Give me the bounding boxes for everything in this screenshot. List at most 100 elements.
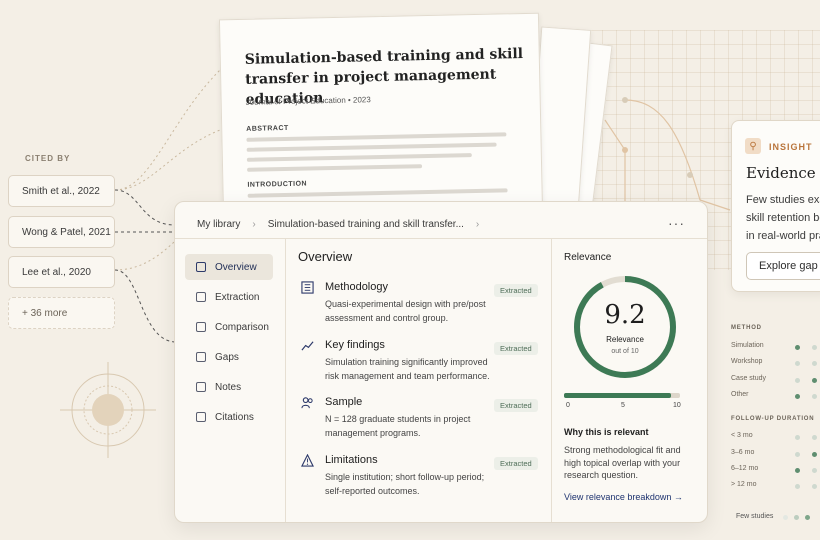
method-header: METHOD (731, 325, 762, 331)
evidence-dot (812, 452, 817, 457)
scale-tick: 10 (673, 402, 681, 409)
evidence-dot (812, 394, 817, 399)
warning-icon (301, 454, 314, 467)
evidence-dot (812, 468, 817, 473)
extracted-badge: Extracted (494, 284, 538, 297)
citation-item[interactable]: Lee et al., 2020 (8, 256, 115, 288)
insight-card: ⚲ INSIGHT Evidence gap Few studies exami… (731, 120, 820, 292)
book-icon (196, 412, 206, 422)
extracted-badge: Extracted (494, 342, 538, 355)
insight-body-line: Few studies examine (746, 194, 820, 206)
paper-preview: Simulation-based training and skill tran… (218, 12, 544, 220)
item-title: Limitations (325, 454, 378, 466)
overview-title: Overview (298, 249, 353, 264)
text-line (246, 153, 472, 162)
duration-row: > 12 mo (731, 481, 757, 488)
chevron-right-icon: › (252, 219, 256, 230)
introduction-label: INTRODUCTION (247, 180, 308, 189)
insight-icon: ⚲ (745, 138, 761, 154)
nav-label: Citations (215, 411, 254, 423)
insight-body-line: in real-world practice. (746, 230, 820, 242)
evidence-dot (812, 345, 817, 350)
extracted-badge: Extracted (494, 399, 538, 412)
method-row: Other (731, 391, 749, 398)
explore-gap-button[interactable]: Explore gap (746, 252, 820, 280)
item-desc: Quasi-experimental design with pre/post … (325, 299, 486, 323)
chevron-right-icon: › (475, 219, 480, 230)
nav-gaps[interactable]: Gaps (185, 344, 273, 370)
item-desc: Simulation training significantly improv… (325, 357, 490, 381)
citation-item[interactable]: Wong & Patel, 2021 (8, 216, 115, 248)
why-relevant-title: Why this is relevant (564, 427, 649, 437)
legend-dot (805, 515, 810, 520)
nav-label: Extraction (215, 291, 260, 303)
scale-fill (564, 393, 671, 398)
evidence-dot (795, 484, 800, 489)
method-row: Simulation (731, 342, 764, 349)
text-line (247, 164, 423, 172)
extract-icon (196, 292, 206, 302)
notes-icon (196, 382, 206, 392)
relevance-score: 9.2 (604, 300, 646, 330)
relevance-title: Relevance (564, 252, 612, 263)
table-icon (301, 281, 314, 294)
citation-item[interactable]: Smith et al., 2022 (8, 175, 115, 207)
nav-comparison[interactable]: Comparison (185, 314, 273, 340)
item-desc: N = 128 graduate students in project man… (325, 414, 471, 438)
nav-notes[interactable]: Notes (185, 374, 273, 400)
evidence-dot (812, 484, 817, 489)
evidence-dot (812, 435, 817, 440)
insight-tag: INSIGHT (769, 142, 813, 152)
legend-dot (783, 515, 788, 520)
text-line (246, 142, 497, 152)
item-desc: Single institution; short follow-up peri… (325, 472, 485, 496)
nav-extraction[interactable]: Extraction (185, 284, 273, 310)
compare-icon (196, 322, 206, 332)
trend-icon (301, 341, 314, 351)
relevance-label: Relevance (606, 335, 644, 344)
breadcrumb: My library › Simulation-based training a… (197, 219, 479, 230)
users-icon (301, 397, 313, 409)
breadcrumb-library[interactable]: My library (197, 219, 240, 230)
home-icon (196, 262, 206, 272)
method-row: Case study (731, 375, 767, 382)
insight-body: Few studies examine skill retention beyo… (746, 191, 820, 245)
evidence-dot (795, 361, 800, 366)
gap-icon (196, 352, 206, 362)
abstract-label: ABSTRACT (246, 124, 289, 133)
item-title: Methodology (325, 281, 388, 293)
item-title: Sample (325, 396, 363, 408)
cited-by-label: CITED BY (25, 154, 71, 163)
evidence-dot (795, 435, 800, 440)
divider (175, 238, 707, 239)
nav-label: Overview (215, 261, 257, 273)
nav-label: Gaps (215, 351, 239, 363)
text-line (246, 132, 507, 142)
breadcrumb-paper[interactable]: Simulation-based training and skill tran… (268, 219, 464, 230)
duration-row: < 3 mo (731, 432, 753, 439)
text-line (247, 188, 508, 198)
evidence-dot (795, 378, 800, 383)
evidence-dot (812, 361, 817, 366)
nav-label: Notes (215, 381, 242, 393)
more-options-icon[interactable]: ··· (668, 215, 685, 231)
extracted-badge: Extracted (494, 457, 538, 470)
relevance-scale (564, 393, 680, 398)
paper-detail-card: My library › Simulation-based training a… (174, 201, 708, 523)
relevance-out-of: out of 10 (611, 348, 639, 355)
nav-citations[interactable]: Citations (185, 404, 273, 430)
nav-overview[interactable]: Overview (185, 254, 273, 280)
why-relevant-body: Strong methodological fit and high topic… (564, 445, 681, 480)
relevance-breakdown-link[interactable]: View relevance breakdown → (564, 492, 683, 502)
duration-header: FOLLOW-UP DURATION (731, 416, 815, 422)
divider (551, 239, 552, 522)
evidence-dot (812, 378, 817, 383)
evidence-dot (795, 468, 800, 473)
method-row: Workshop (731, 358, 763, 365)
scale-tick: 5 (621, 402, 625, 409)
evidence-dot (795, 452, 800, 457)
nav-label: Comparison (215, 321, 269, 333)
more-citations-button[interactable]: + 36 more (8, 297, 115, 329)
scale-tick: 0 (566, 402, 570, 409)
item-title: Key findings (325, 339, 385, 351)
